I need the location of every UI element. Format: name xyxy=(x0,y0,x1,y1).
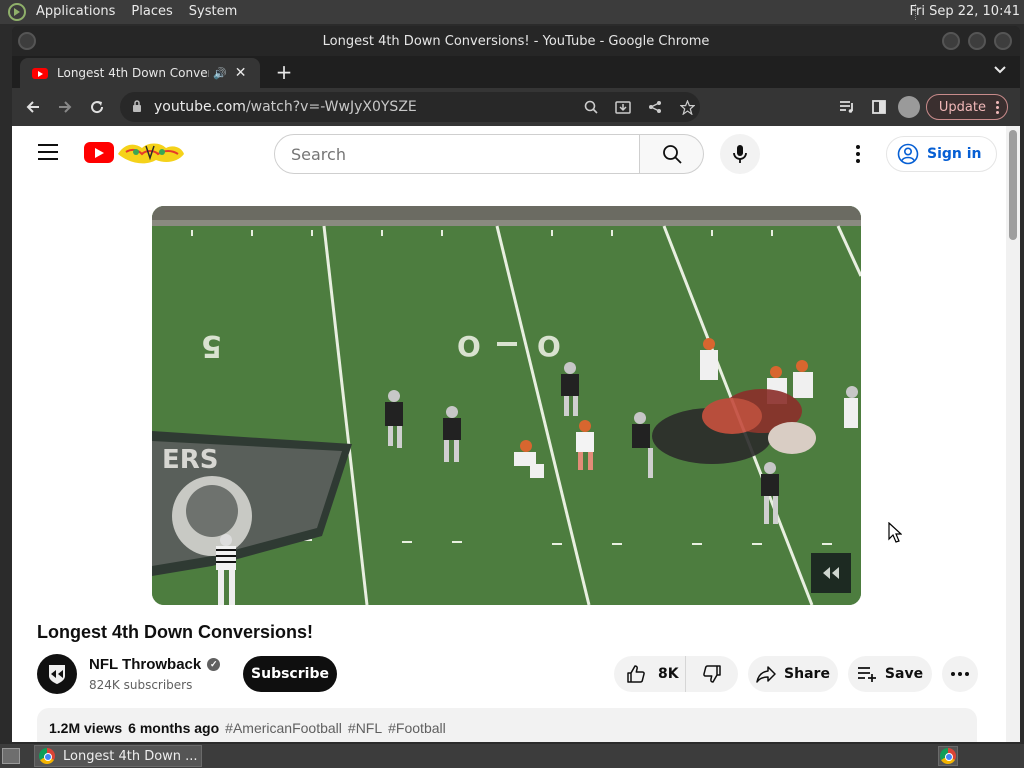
youtube-masthead: Sign in xyxy=(12,126,1006,182)
youtube-doodle-logo[interactable] xyxy=(116,140,186,166)
hashtag-link[interactable]: #AmericanFootball xyxy=(225,720,342,736)
top-panel: Applications Places System Fri Sep 22, 1… xyxy=(0,0,1024,24)
window-title: Longest 4th Down Conversions! - YouTube … xyxy=(322,33,710,49)
upload-age: 6 months ago xyxy=(128,720,220,736)
search-input[interactable] xyxy=(291,144,611,164)
lock-icon[interactable] xyxy=(132,99,142,115)
media-queue-icon[interactable] xyxy=(834,94,860,120)
settings-kebab-icon[interactable] xyxy=(848,142,868,166)
account-circle-icon xyxy=(897,143,919,165)
subscriber-count: 824K subscribers xyxy=(89,678,193,692)
tab-title: Longest 4th Down Conversions! - YouTube xyxy=(57,66,209,80)
taskbar-window-item[interactable]: Longest 4th Down ... xyxy=(34,745,202,767)
url-host: youtube.com xyxy=(154,99,246,115)
thumbs-down-icon xyxy=(703,665,721,683)
scrollbar-thumb[interactable] xyxy=(1009,130,1017,240)
microphone-icon xyxy=(733,145,747,163)
svg-text:ERS: ERS xyxy=(162,445,219,475)
reload-icon[interactable] xyxy=(84,94,110,120)
profile-avatar-icon[interactable] xyxy=(897,96,920,118)
install-app-icon[interactable] xyxy=(610,94,636,120)
maximize-button[interactable] xyxy=(968,32,986,50)
save-label: Save xyxy=(884,666,924,682)
window-titlebar[interactable]: Longest 4th Down Conversions! - YouTube … xyxy=(12,26,1020,56)
thumbs-up-icon xyxy=(627,665,645,683)
distro-logo-icon[interactable] xyxy=(6,1,28,23)
voice-search-button[interactable] xyxy=(720,134,760,174)
url-path: /watch?v=-WwJyX0YSZE xyxy=(245,99,417,115)
url-text[interactable]: youtube.com/watch?v=-WwJyX0YSZE xyxy=(154,99,417,115)
video-description[interactable]: 1.2M views 6 months ago #AmericanFootbal… xyxy=(37,708,977,742)
svg-text:O: O xyxy=(537,330,561,363)
video-player[interactable]: 5 O O ERS xyxy=(152,206,861,605)
side-panel-icon[interactable] xyxy=(866,94,892,120)
zoom-search-icon[interactable] xyxy=(578,94,604,120)
search-icon xyxy=(662,145,682,164)
like-dislike-group: 8K xyxy=(614,656,738,692)
mouse-cursor-icon xyxy=(888,522,902,543)
page-viewport: Sign in 5 O O xyxy=(12,126,1006,742)
svg-text:5: 5 xyxy=(201,328,222,363)
speaker-icon[interactable]: 🔊 xyxy=(213,67,227,80)
youtube-logo[interactable] xyxy=(84,142,114,163)
browser-toolbar: youtube.com/watch?v=-WwJyX0YSZE Update xyxy=(12,88,1020,126)
chrome-icon xyxy=(940,748,956,764)
save-button[interactable]: Save xyxy=(848,656,932,692)
hamburger-menu-icon[interactable] xyxy=(38,144,58,160)
back-arrow-icon[interactable] xyxy=(20,94,46,120)
minimize-button[interactable] xyxy=(942,32,960,50)
like-count: 8K xyxy=(658,666,679,682)
channel-name[interactable]: NFL Throwback ✓ xyxy=(89,656,221,673)
bookmark-star-icon[interactable] xyxy=(674,94,700,120)
share-icon[interactable] xyxy=(642,94,668,120)
video-title: Longest 4th Down Conversions! xyxy=(37,622,314,642)
page-scrollbar[interactable] xyxy=(1006,126,1020,742)
close-icon[interactable]: ✕ xyxy=(235,65,247,81)
share-button[interactable]: Share xyxy=(748,656,838,692)
share-arrow-icon xyxy=(756,666,776,683)
search-input-container xyxy=(274,134,640,174)
browser-window: Longest 4th Down Conversions! - YouTube … xyxy=(12,26,1020,742)
like-button[interactable]: 8K xyxy=(614,656,686,692)
panel-clock[interactable]: Fri Sep 22, 10:41 xyxy=(909,0,1020,24)
channel-avatar[interactable] xyxy=(37,654,77,694)
svg-text:O: O xyxy=(457,330,481,363)
address-bar[interactable]: youtube.com/watch?v=-WwJyX0YSZE xyxy=(120,92,700,122)
share-label: Share xyxy=(784,666,830,682)
youtube-favicon-icon xyxy=(32,67,48,79)
channel-name-text[interactable]: NFL Throwback xyxy=(89,656,201,673)
menu-applications[interactable]: Applications xyxy=(28,0,123,24)
view-count: 1.2M views xyxy=(49,720,123,736)
subscribe-button[interactable]: Subscribe xyxy=(243,656,337,692)
sign-in-button[interactable]: Sign in xyxy=(886,136,997,172)
hashtag-link[interactable]: #Football xyxy=(388,720,446,736)
tray-chrome-icon[interactable] xyxy=(938,746,958,766)
close-window-button[interactable] xyxy=(994,32,1012,50)
playlist-add-icon xyxy=(857,667,876,682)
show-desktop-icon[interactable] xyxy=(2,748,20,764)
verified-check-icon: ✓ xyxy=(207,658,221,671)
new-tab-button[interactable]: + xyxy=(272,60,296,84)
dislike-button[interactable] xyxy=(686,656,738,692)
bottom-taskbar: Longest 4th Down ... xyxy=(0,744,1024,768)
taskbar-window-label: Longest 4th Down ... xyxy=(63,748,198,764)
search-button[interactable] xyxy=(640,134,704,174)
sign-in-label: Sign in xyxy=(927,146,982,162)
description-meta: 1.2M views 6 months ago #AmericanFootbal… xyxy=(49,720,446,736)
update-button[interactable]: Update xyxy=(925,94,1008,120)
window-menu-button[interactable] xyxy=(18,32,36,50)
menu-places[interactable]: Places xyxy=(123,0,180,24)
video-frame: 5 O O ERS xyxy=(152,206,861,605)
menu-system[interactable]: System xyxy=(181,0,245,24)
channel-watermark-icon[interactable] xyxy=(811,553,851,593)
chrome-icon xyxy=(39,748,55,764)
more-actions-icon[interactable] xyxy=(942,656,978,692)
hashtag-link[interactable]: #NFL xyxy=(348,720,382,736)
chrome-menu-dots-icon[interactable] xyxy=(996,100,999,114)
tab-youtube[interactable]: Longest 4th Down Conversions! - YouTube … xyxy=(20,58,260,88)
tab-strip: Longest 4th Down Conversions! - YouTube … xyxy=(12,56,1020,88)
tab-search-chevron-icon[interactable] xyxy=(994,62,1006,78)
update-label: Update xyxy=(938,99,986,115)
forward-arrow-icon[interactable] xyxy=(52,94,78,120)
